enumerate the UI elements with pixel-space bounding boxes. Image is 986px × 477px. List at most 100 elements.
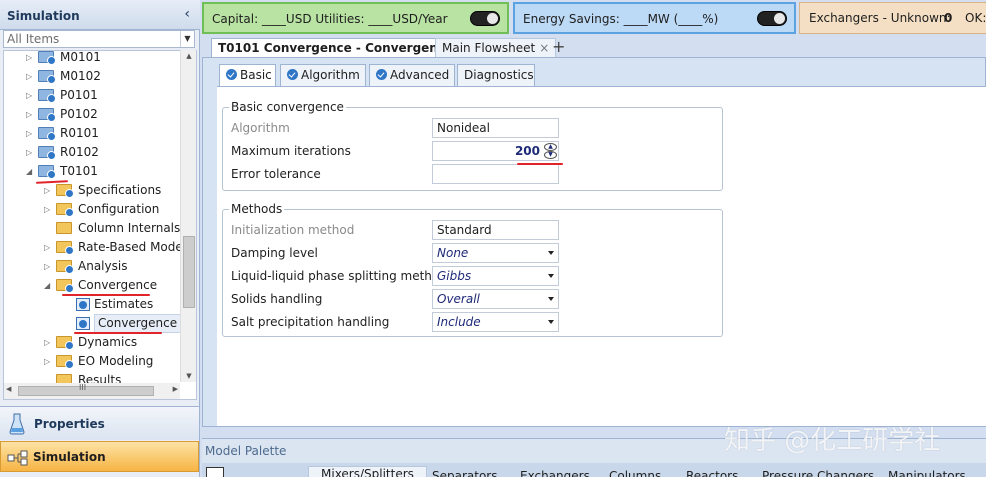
expand-toggle-icon[interactable]: ▷	[26, 105, 36, 124]
scroll-down-icon[interactable]: ▼	[181, 372, 197, 380]
tree-item-label: Column Internals	[78, 221, 181, 235]
palette-play-icon[interactable]	[206, 467, 224, 477]
document-tabs: T0101 Convergence - Convergence × Main Fl…	[202, 36, 986, 58]
tab-label: Diagnostics	[464, 68, 534, 82]
form-icon	[76, 298, 90, 311]
method-label: Solids handling	[231, 292, 323, 306]
close-icon[interactable]: ×	[539, 41, 549, 55]
spin-up-icon[interactable]: ▲	[544, 143, 557, 151]
palette-tab[interactable]: Exchangers	[520, 469, 590, 477]
basic-convergence-group: Basic convergence Algorithm Nonideal Max…	[222, 100, 723, 191]
max-iterations-stepper[interactable]: 200 ▲ ▼	[432, 141, 559, 161]
energy-toggle[interactable]	[757, 11, 787, 26]
expand-toggle-icon[interactable]: ▷	[26, 124, 36, 143]
expand-toggle-icon[interactable]: ▷	[44, 238, 54, 257]
doc-tab-main-flowsheet[interactable]: Main Flowsheet ×	[435, 38, 557, 57]
check-icon	[287, 69, 298, 80]
check-icon	[226, 69, 237, 80]
expand-toggle-icon[interactable]: ▷	[44, 200, 54, 219]
collapse-toggle-icon[interactable]: ◢	[44, 276, 54, 295]
tab-diagnostics[interactable]: Diagnostics	[457, 64, 535, 86]
form-tabs: Basic Algorithm Advanced Diagnostics	[217, 64, 986, 87]
chevron-down-icon[interactable]: ▼	[180, 31, 194, 47]
method-value: Include	[437, 315, 481, 329]
method-field[interactable]: Standard	[432, 220, 559, 240]
tab-advanced[interactable]: Advanced	[369, 64, 455, 86]
capital-toggle[interactable]	[470, 11, 500, 26]
filter-value: All Items	[7, 32, 60, 46]
palette-tab[interactable]: Pressure Changers	[762, 469, 874, 477]
tab-basic[interactable]: Basic	[219, 64, 276, 87]
palette-tab[interactable]: Reactors	[686, 469, 738, 477]
collapse-pane-icon[interactable]: ‹	[184, 6, 190, 22]
palette-title: Model Palette	[205, 444, 287, 458]
error-tolerance-field[interactable]	[432, 164, 559, 184]
expand-toggle-icon[interactable]: ▷	[44, 352, 54, 371]
scroll-up-icon[interactable]: ▲	[181, 52, 197, 60]
filter-select[interactable]: All Items ▼	[3, 30, 195, 48]
spin-buttons[interactable]: ▲ ▼	[544, 143, 557, 160]
tree-horizontal-scrollbar[interactable]: ◀ III ▶	[4, 383, 180, 399]
capital-cost-bar: Capital: ____USD Utilities: ____USD/Year	[202, 2, 509, 34]
tree-vertical-scrollbar[interactable]: ▲ ▼	[180, 50, 196, 382]
chevron-down-icon[interactable]	[548, 274, 554, 278]
nav-simulation-button[interactable]: Simulation	[0, 441, 199, 472]
method-label: Liquid-liquid phase splitting method	[231, 269, 447, 283]
flowsheet-icon	[7, 450, 28, 466]
expand-toggle-icon[interactable]: ▷	[26, 143, 36, 162]
block-icon	[38, 108, 56, 122]
expand-toggle-icon[interactable]: ▷	[26, 67, 36, 86]
algorithm-label: Algorithm	[231, 121, 290, 135]
spin-down-icon[interactable]: ▼	[544, 151, 557, 159]
expand-toggle-icon[interactable]: ▷	[44, 333, 54, 352]
chevron-down-icon[interactable]	[548, 297, 554, 301]
annotation-underline	[74, 332, 162, 334]
folder-icon	[56, 279, 74, 293]
tree-item-label: R0101	[60, 126, 99, 140]
watermark: 知乎 @化工研学社	[724, 426, 941, 456]
methods-group: Methods Initialization method Standard Dam…	[222, 202, 723, 337]
folder-icon	[56, 241, 74, 255]
nav-properties-label: Properties	[34, 417, 105, 431]
exchangers-bar: Exchangers - Unknown: 0 OK:	[799, 2, 986, 34]
palette-tab[interactable]: Columns	[609, 469, 661, 477]
expand-toggle-icon[interactable]: ▷	[44, 181, 54, 200]
tree-item-label: Analysis	[78, 259, 128, 273]
scroll-thumb[interactable]	[183, 236, 195, 308]
group-title: Basic convergence	[229, 100, 346, 114]
expand-toggle-icon[interactable]: ▷	[26, 86, 36, 105]
method-select[interactable]: Gibbs	[432, 266, 559, 286]
expand-toggle-icon[interactable]: ▷	[26, 51, 36, 67]
palette-tab[interactable]: Manipulators	[888, 469, 966, 477]
palette-tab[interactable]: Separators	[432, 469, 498, 477]
folder-icon	[56, 355, 74, 369]
expand-toggle-icon[interactable]: ▷	[44, 257, 54, 276]
folder-icon	[56, 222, 72, 234]
method-value: Standard	[437, 223, 492, 237]
navigation-pane: Simulation ‹ All Items ▼ ▷ M0101 ▷ M0102 ▷ P0…	[0, 0, 200, 477]
nav-properties-button[interactable]: Properties	[0, 406, 199, 440]
method-select[interactable]: Overall	[432, 289, 559, 309]
tree-item-label: Estimates	[94, 297, 154, 311]
algorithm-field[interactable]: Nonideal	[432, 118, 559, 138]
tree-item-label: T0101	[60, 164, 98, 178]
chevron-down-icon[interactable]	[548, 251, 554, 255]
tree-item-label: Specifications	[78, 183, 162, 197]
palette-tab[interactable]: Mixers/Splitters	[308, 466, 427, 477]
scroll-left-icon[interactable]: ◀	[6, 385, 11, 393]
method-select[interactable]: Include	[432, 312, 559, 332]
tab-algorithm[interactable]: Algorithm	[280, 64, 366, 86]
chevron-down-icon[interactable]	[548, 320, 554, 324]
capital-text: Capital: ____USD Utilities: ____USD/Year	[212, 12, 448, 26]
block-icon	[38, 89, 56, 103]
group-title: Methods	[229, 202, 285, 216]
tree-item-label: Convergence	[94, 314, 182, 333]
collapse-toggle-icon[interactable]: ◢	[26, 162, 36, 181]
max-iterations-value: 200	[514, 144, 540, 158]
new-tab-icon[interactable]: +	[552, 37, 565, 56]
annotation-underline	[517, 163, 563, 165]
method-select[interactable]: None	[432, 243, 559, 263]
tree-item-label: R0102	[60, 145, 99, 159]
scroll-right-icon[interactable]: ▶	[173, 385, 178, 393]
hscroll-thumb[interactable]: III	[18, 383, 154, 396]
